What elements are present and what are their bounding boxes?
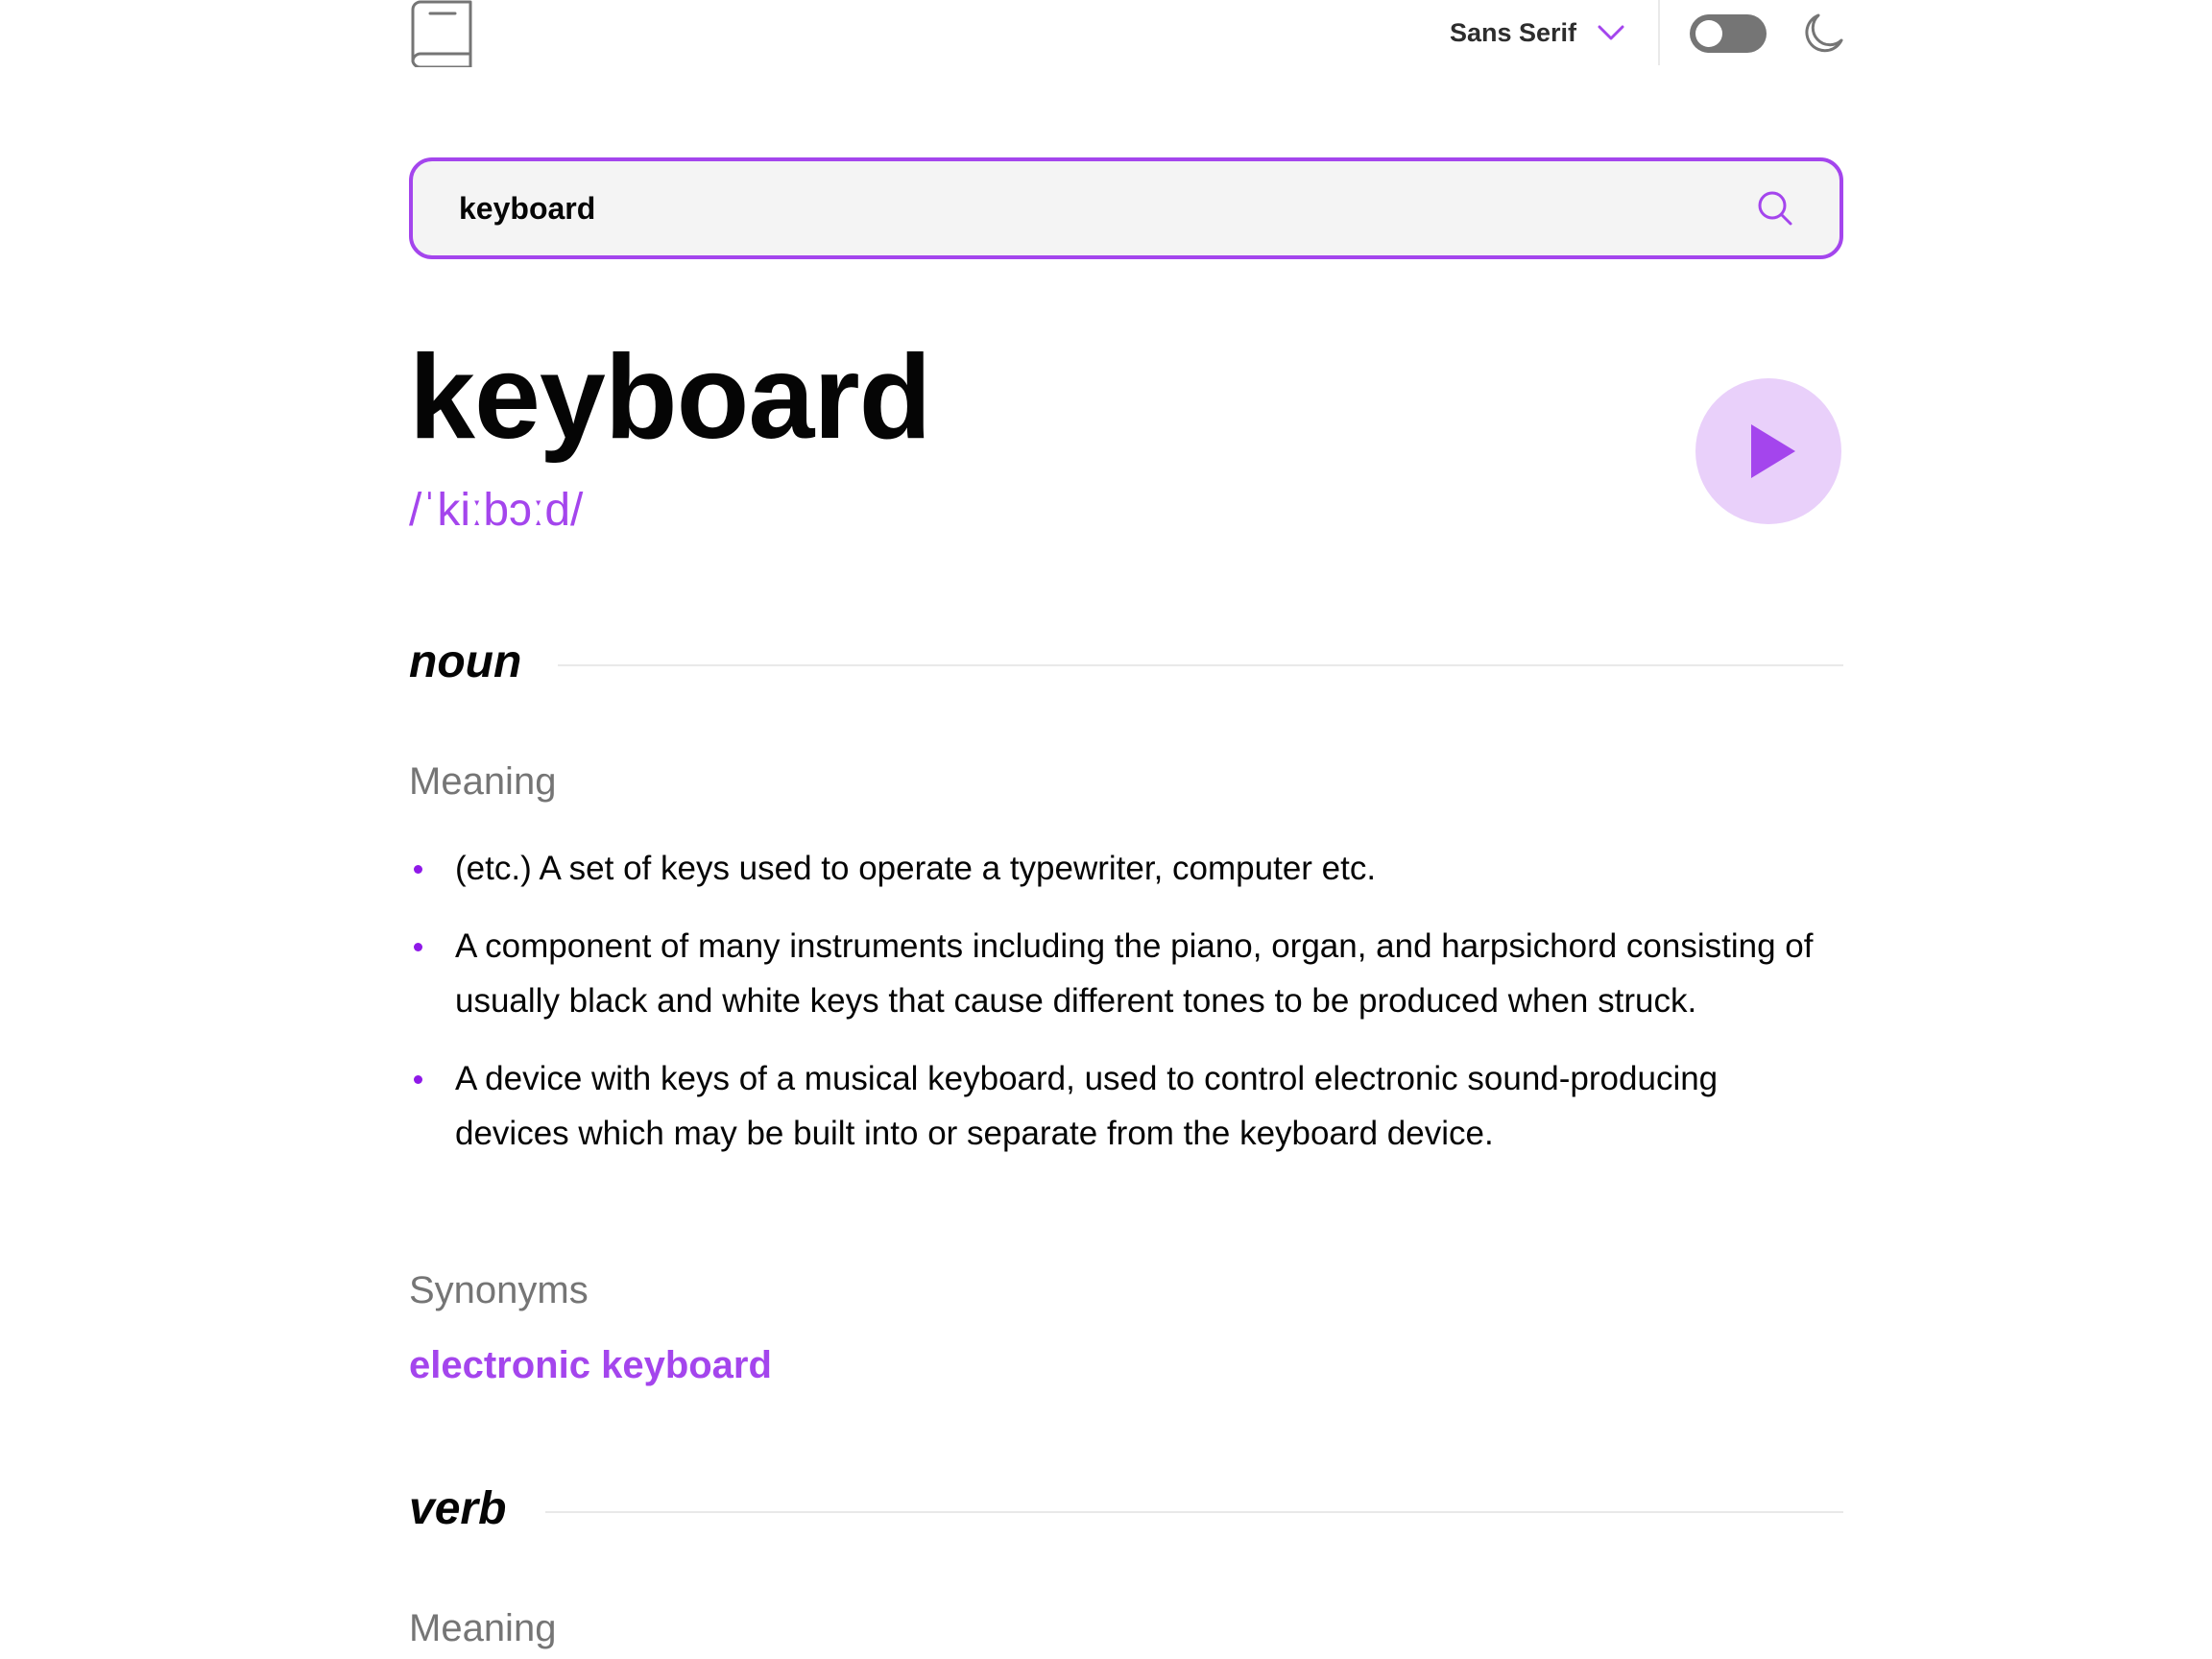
meaning-label: Meaning (409, 760, 557, 803)
section-divider (545, 1511, 1843, 1513)
bullet (414, 943, 422, 951)
synonyms-label: Synonyms (409, 1269, 589, 1311)
part-of-speech-label: verb (409, 1483, 507, 1534)
definition-item: A component of many instruments includin… (409, 919, 1820, 1028)
dictionary-page: Sans Serif keyboard /ˈkiːb (409, 0, 1849, 1659)
definition-text: A device with keys of a musical keyboard… (455, 1060, 1719, 1152)
header: Sans Serif (409, 0, 1849, 69)
section-divider (558, 664, 1843, 666)
book-icon[interactable] (409, 0, 476, 69)
font-selector[interactable]: Sans Serif (1450, 13, 1624, 52)
moon-icon (1801, 12, 1845, 56)
bullet (414, 865, 422, 874)
play-icon (1751, 424, 1795, 478)
definition-text: (etc.) A set of keys used to operate a t… (455, 850, 1377, 887)
definition-item: A device with keys of a musical keyboard… (409, 1051, 1820, 1161)
theme-toggle-knob (1695, 20, 1722, 47)
chevron-down-icon (1598, 24, 1624, 41)
part-of-speech-noun: noun (409, 634, 1843, 691)
part-of-speech-label: noun (409, 637, 522, 687)
search-bar (409, 157, 1843, 259)
word-title: keyboard (409, 331, 931, 464)
synonym-link[interactable]: electronic keyboard (409, 1346, 772, 1384)
font-selector-label: Sans Serif (1449, 17, 1576, 47)
definition-list: (etc.) A set of keys used to operate a t… (409, 841, 1820, 1184)
play-audio-button[interactable] (1695, 378, 1841, 524)
meaning-label: Meaning (409, 1607, 557, 1649)
phonetic-text: /ˈkiːbɔːd/ (409, 485, 584, 536)
bullet (414, 1075, 422, 1084)
definition-text: A component of many instruments includin… (455, 927, 1814, 1020)
header-divider (1658, 0, 1660, 65)
search-icon[interactable] (1757, 190, 1793, 227)
search-input[interactable] (459, 161, 1707, 255)
part-of-speech-verb: verb (409, 1480, 1843, 1538)
theme-toggle[interactable] (1690, 14, 1767, 53)
definition-item: (etc.) A set of keys used to operate a t… (409, 841, 1820, 896)
